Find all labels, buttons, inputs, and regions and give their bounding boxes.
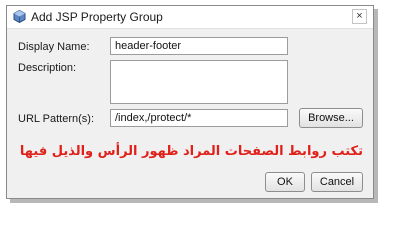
url-pattern-label: URL Pattern(s): <box>18 113 95 125</box>
url-pattern-input[interactable]: /index,/protect/* <box>110 109 288 127</box>
cancel-button[interactable]: Cancel <box>311 172 363 192</box>
add-jsp-property-group-dialog: Add JSP Property Group × Display Name: h… <box>6 5 374 199</box>
netbeans-cube-icon <box>13 9 26 24</box>
description-textarea[interactable] <box>110 60 288 104</box>
ok-button[interactable]: OK <box>265 172 305 192</box>
title-bar[interactable]: Add JSP Property Group × <box>7 6 373 29</box>
display-name-input[interactable]: header-footer <box>110 37 288 55</box>
browse-button[interactable]: Browse... <box>299 108 363 128</box>
dialog-title: Add JSP Property Group <box>31 10 163 24</box>
description-label: Description: <box>18 62 77 74</box>
arabic-annotation: تكتب روابط الصفحات المراد ظهور الرأس وال… <box>19 144 363 159</box>
close-button[interactable]: × <box>352 9 367 24</box>
display-name-label: Display Name: <box>18 41 90 53</box>
